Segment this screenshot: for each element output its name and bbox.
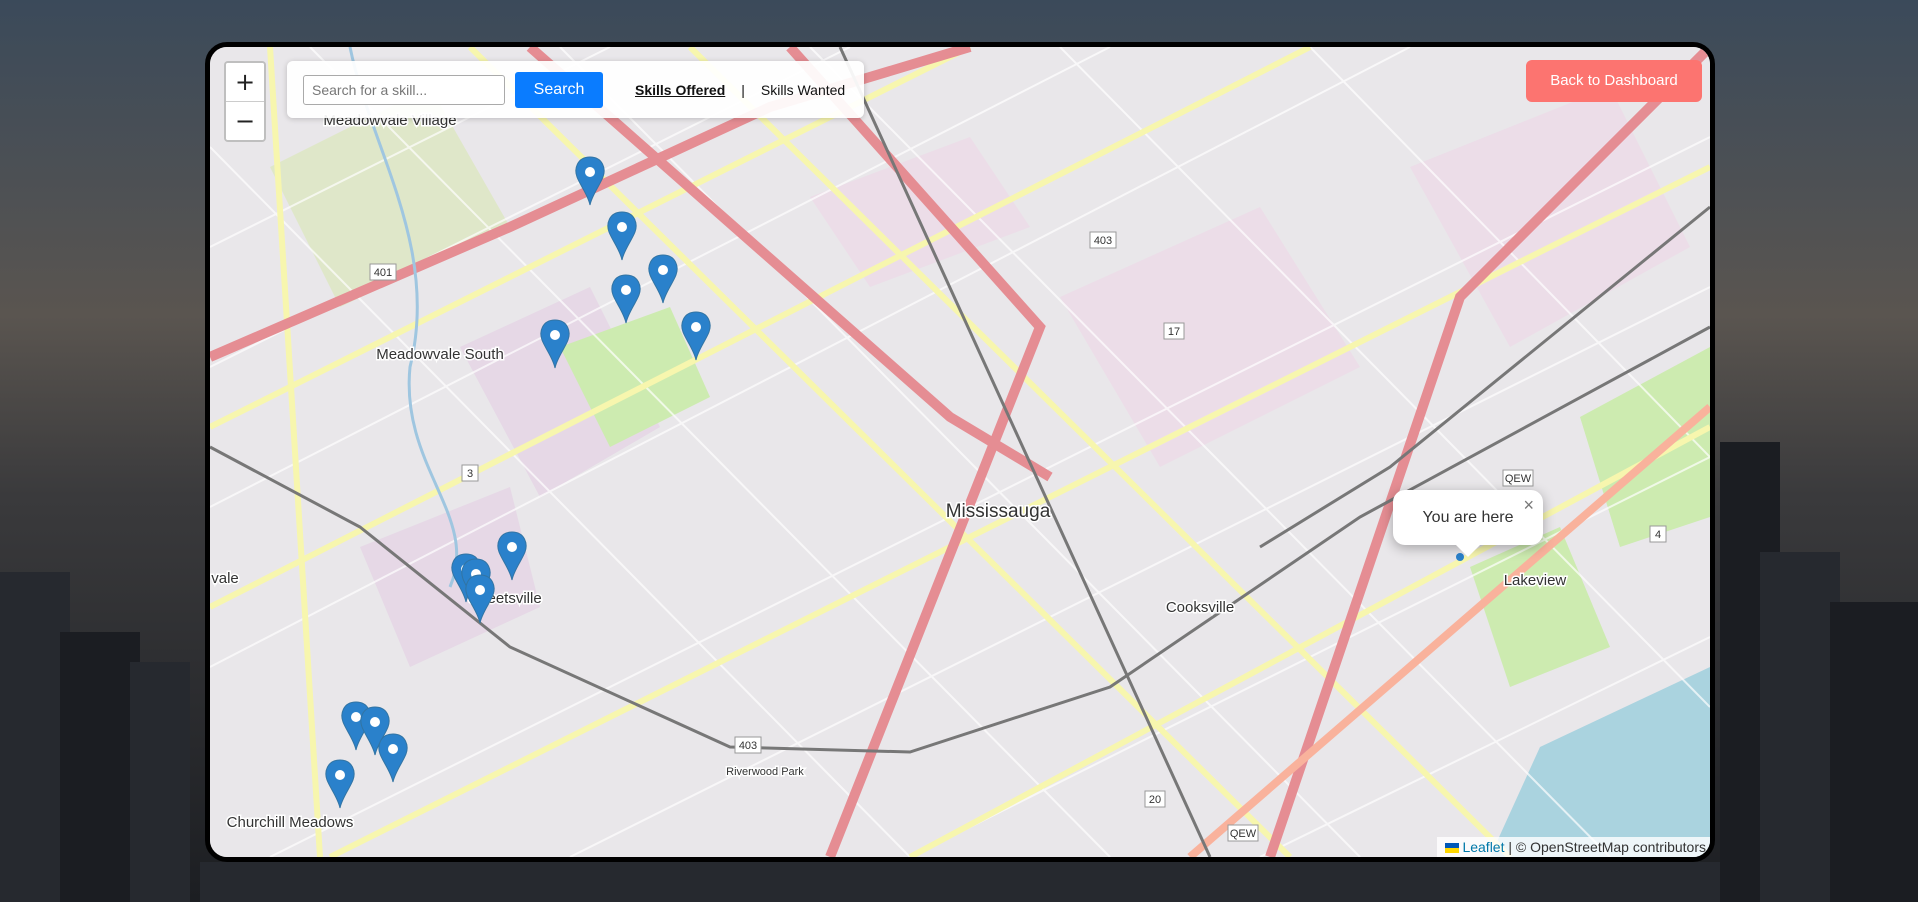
search-panel: Search Skills Offered | Skills Wanted (287, 61, 864, 118)
svg-text:403: 403 (739, 740, 757, 752)
shield-403: 403 (1089, 231, 1117, 249)
skills-wanted-tab[interactable]: Skills Wanted (761, 82, 845, 98)
svg-text:17: 17 (1168, 326, 1180, 338)
label-meadowvale-south: Meadowvale South (376, 346, 504, 363)
ukraine-flag-icon (1445, 843, 1460, 854)
skills-toggle: Skills Offered | Skills Wanted (635, 82, 845, 98)
popup-text: You are here (1422, 509, 1514, 526)
search-button[interactable]: Search (515, 71, 603, 108)
label-lakeview: Lakeview (1504, 572, 1567, 589)
svg-text:401: 401 (374, 267, 392, 279)
map-tiles[interactable]: 401 403 403 17 3 QEW QEW 4 20 Meadowvale… (210, 47, 1710, 857)
skills-offered-tab[interactable]: Skills Offered (635, 82, 725, 98)
zoom-out-button[interactable]: − (226, 101, 264, 140)
label-vale: vale (211, 570, 239, 587)
map-attribution: Leaflet | © OpenStreetMap contributors (1437, 837, 1710, 857)
osm-attribution-text: | © OpenStreetMap contributors (1504, 839, 1706, 855)
shield-3: 3 (461, 464, 479, 482)
location-popup: You are here × (1393, 490, 1543, 557)
popup-close-icon[interactable]: × (1523, 478, 1534, 533)
shield-20: 20 (1144, 790, 1166, 808)
svg-text:4: 4 (1655, 529, 1661, 541)
leaflet-link[interactable]: Leaflet (1462, 839, 1504, 855)
svg-text:QEW: QEW (1230, 828, 1257, 840)
svg-text:3: 3 (467, 468, 473, 480)
toggle-separator: | (741, 81, 745, 98)
label-churchill-meadows: Churchill Meadows (227, 814, 354, 831)
shield-4: 4 (1649, 525, 1667, 543)
map-container[interactable]: 401 403 403 17 3 QEW QEW 4 20 Meadowvale… (205, 42, 1715, 862)
label-cooksville: Cooksville (1166, 599, 1234, 616)
shield-403b: 403 (734, 736, 762, 754)
svg-text:20: 20 (1149, 794, 1161, 806)
label-riverwood-park: Riverwood Park (726, 766, 804, 778)
popup-tip (1455, 544, 1481, 557)
back-to-dashboard-button[interactable]: Back to Dashboard (1526, 60, 1702, 102)
zoom-in-button[interactable]: + (226, 63, 264, 101)
label-mississauga: Mississauga (946, 501, 1051, 522)
svg-text:403: 403 (1094, 235, 1112, 247)
skill-search-input[interactable] (303, 74, 505, 105)
zoom-control: + − (224, 61, 266, 142)
shield-17: 17 (1163, 322, 1185, 340)
shield-401: 401 (369, 263, 397, 281)
shield-qew-b: QEW (1227, 824, 1259, 842)
